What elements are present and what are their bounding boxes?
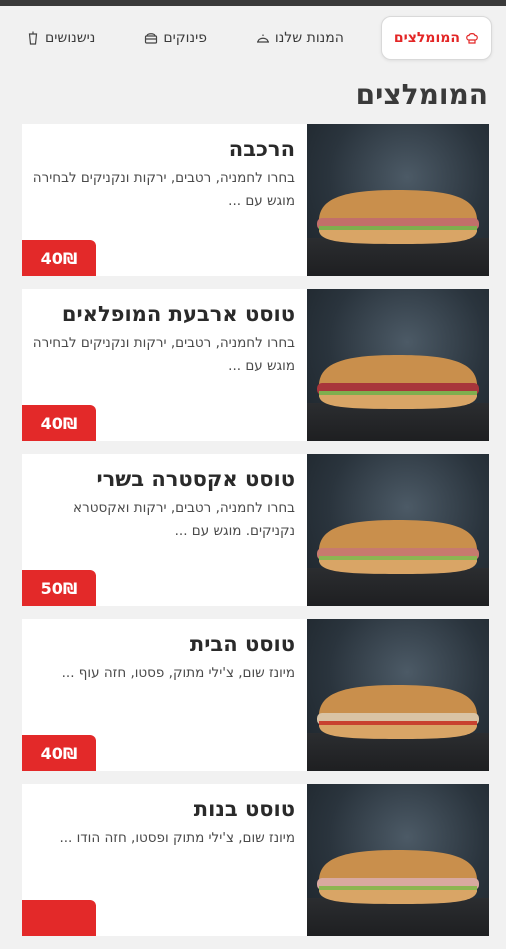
price-badge[interactable]: 50₪ bbox=[22, 570, 96, 606]
sandwich-image bbox=[307, 454, 489, 606]
item-description: בחרו לחמניה, רטבים, ירקות ואקסטרא נקניקי… bbox=[73, 500, 295, 540]
item-description: בחרו לחמניה, רטבים, ירקות ונקניקים לבחיר… bbox=[32, 170, 295, 210]
item-name: טוסט ארבעת המופלאים bbox=[61, 302, 295, 326]
price-badge[interactable]: 40₪ bbox=[22, 405, 96, 441]
tab-label: פינוקים bbox=[163, 30, 207, 46]
dessert-icon bbox=[144, 31, 158, 45]
item-description: מיונז שום, צ'ילי מתוק ופסטו, חזה הודו ..… bbox=[59, 830, 295, 847]
sandwich-image bbox=[307, 124, 489, 276]
top-strip bbox=[0, 0, 506, 6]
item-info: טוסט הבית מיונז שום, צ'ילי מתוק, פסטו, ח… bbox=[22, 619, 307, 771]
sandwich-image bbox=[307, 784, 489, 936]
tab-label: נישנושים bbox=[45, 30, 96, 46]
tab-recommended[interactable]: המומלצים bbox=[380, 16, 492, 60]
item-info: הרכבה בחרו לחמניה, רטבים, ירקות ונקניקים… bbox=[22, 124, 307, 276]
cup-icon bbox=[26, 31, 40, 45]
item-name: טוסט הבית bbox=[189, 632, 295, 656]
price-badge[interactable] bbox=[22, 900, 96, 936]
price-badge[interactable]: 40₪ bbox=[22, 240, 96, 276]
menu-item-card[interactable]: טוסט אקסטרה בשרי בחרו לחמניה, רטבים, ירק… bbox=[22, 454, 489, 606]
sandwich-image bbox=[307, 619, 489, 771]
item-name: הרכבה bbox=[228, 137, 295, 161]
item-description: מיונז שום, צ'ילי מתוק, פסטו, חזה עוף ... bbox=[61, 665, 295, 682]
chef-hat-icon bbox=[465, 31, 479, 45]
tab-snacks[interactable]: נישנושים bbox=[14, 16, 107, 60]
tab-our-dishes[interactable]: המנות שלנו bbox=[244, 16, 356, 60]
category-tabs: המומלצים המנות שלנו פינוקים נישנושים bbox=[8, 12, 498, 64]
tab-label: המומלצים bbox=[393, 30, 460, 46]
item-info: טוסט בנות מיונז שום, צ'ילי מתוק ופסטו, ח… bbox=[22, 784, 307, 936]
section-title: המומלצים bbox=[355, 78, 488, 111]
item-description: בחרו לחמניה, רטבים, ירקות ונקניקים לבחיר… bbox=[32, 335, 295, 375]
price-badge[interactable]: 40₪ bbox=[22, 735, 96, 771]
item-name: טוסט בנות bbox=[193, 797, 295, 821]
menu-item-card[interactable]: טוסט ארבעת המופלאים בחרו לחמניה, רטבים, … bbox=[22, 289, 489, 441]
item-name: טוסט אקסטרה בשרי bbox=[96, 467, 295, 491]
menu-list: הרכבה בחרו לחמניה, רטבים, ירקות ונקניקים… bbox=[22, 124, 489, 949]
sandwich-image bbox=[307, 289, 489, 441]
menu-item-card[interactable]: טוסט הבית מיונז שום, צ'ילי מתוק, פסטו, ח… bbox=[22, 619, 489, 771]
item-info: טוסט ארבעת המופלאים בחרו לחמניה, רטבים, … bbox=[22, 289, 307, 441]
menu-item-card[interactable]: הרכבה בחרו לחמניה, רטבים, ירקות ונקניקים… bbox=[22, 124, 489, 276]
cloche-icon bbox=[256, 31, 270, 45]
tab-label: המנות שלנו bbox=[274, 30, 344, 46]
menu-item-card[interactable]: טוסט בנות מיונז שום, צ'ילי מתוק ופסטו, ח… bbox=[22, 784, 489, 936]
tab-treats[interactable]: פינוקים bbox=[132, 16, 219, 60]
item-info: טוסט אקסטרה בשרי בחרו לחמניה, רטבים, ירק… bbox=[22, 454, 307, 606]
